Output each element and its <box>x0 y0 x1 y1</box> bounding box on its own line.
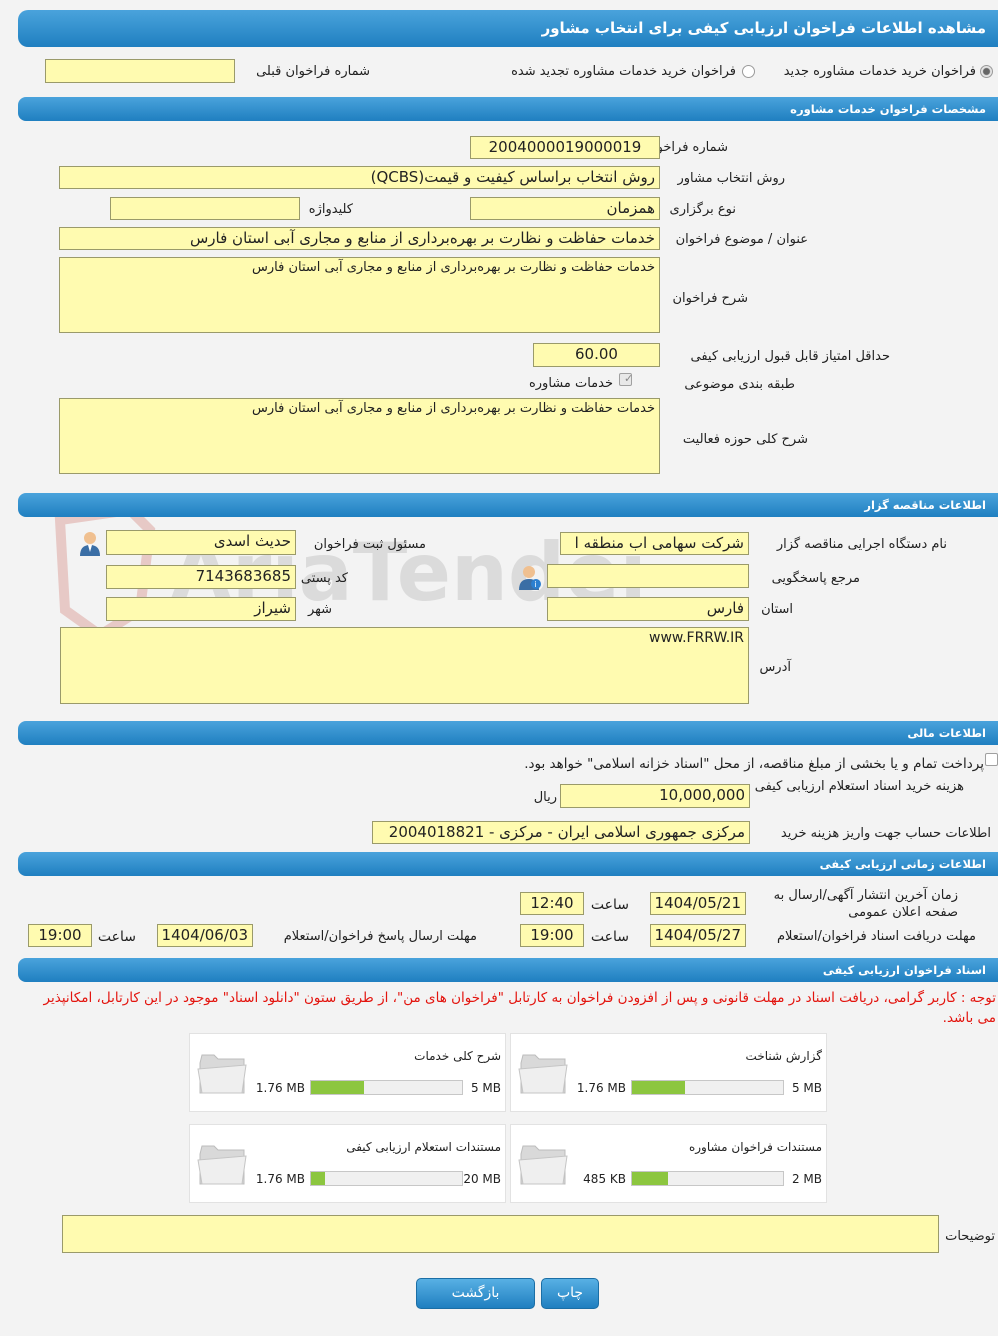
folder-icon <box>197 1054 247 1094</box>
holding-type-field: همزمان <box>470 197 660 220</box>
selection-method-label: روش انتخاب مشاور <box>677 171 785 186</box>
doc-total-size: 5 MB <box>791 1081 822 1095</box>
subject-field: خدمات حفاظت و نظارت بر بهره‌برداری از من… <box>59 227 660 250</box>
section-finance: اطلاعات مالی <box>18 721 998 745</box>
org-label: نام دستگاه اجرایی مناقصه گزار <box>776 537 947 552</box>
notes-field[interactable] <box>62 1215 939 1253</box>
folder-icon <box>518 1054 568 1094</box>
postal-field: 7143683685 <box>106 565 296 589</box>
org-field: شرکت سهامی اب منطقه ا <box>560 532 749 555</box>
city-label: شهر <box>307 602 332 617</box>
doc-used-size: 485 KB <box>583 1172 626 1186</box>
doc-card[interactable]: مستندات فراخوان مشاوره 2 MB 485 KB <box>510 1124 827 1203</box>
province-field: فارس <box>547 597 749 621</box>
keyword-label: کلیدواژه <box>308 202 353 217</box>
radio-renewed-call[interactable] <box>742 65 755 78</box>
doc-size-fill <box>311 1081 364 1094</box>
min-score-field: 60.00 <box>533 343 660 367</box>
user-icon[interactable] <box>78 530 102 556</box>
doc-title: گزارش شناخت <box>745 1049 822 1063</box>
city-field: شیراز <box>106 597 296 621</box>
doc-card[interactable]: شرح کلی خدمات 5 MB 1.76 MB <box>189 1033 506 1112</box>
doc-deadline-time-field: 19:00 <box>520 924 584 947</box>
account-field: مرکزی جمهوری اسلامی ایران - مرکزی - 2004… <box>372 821 750 844</box>
keyword-field[interactable] <box>110 197 300 220</box>
doc-size-fill <box>632 1081 685 1094</box>
docs-notice: توجه : کاربر گرامی، دریافت اسناد در مهلت… <box>43 990 996 1026</box>
doc-total-size: 2 MB <box>791 1172 822 1186</box>
call-number-field: 2004000019000019 <box>470 136 660 159</box>
address-field: www.FRRW.IR <box>60 627 749 704</box>
doc-size-bar <box>631 1171 784 1186</box>
province-label: استان <box>761 602 793 617</box>
doc-used-size: 1.76 MB <box>255 1081 305 1095</box>
category-label: طبقه بندی موضوعی <box>684 377 795 392</box>
doc-deadline-label: مهلت دریافت اسناد فراخوان/استعلام <box>776 929 976 944</box>
reply-deadline-label: مهلت ارسال پاسخ فراخوان/استعلام <box>283 929 477 944</box>
doc-size-fill <box>311 1172 325 1185</box>
prev-number-label: شماره فراخوان قبلی <box>256 64 370 79</box>
doc-size-bar <box>310 1171 463 1186</box>
subject-label: عنوان / موضوع فراخوان <box>675 232 808 247</box>
category-value: خدمات مشاوره <box>528 376 613 391</box>
reference-label: مرجع پاسخگویی <box>771 571 860 586</box>
back-button[interactable]: بازگشت <box>416 1278 535 1309</box>
treasury-checkbox[interactable] <box>985 753 998 766</box>
page-title: مشاهده اطلاعات فراخوان ارزیابی کیفی برای… <box>18 10 998 47</box>
user-info-icon[interactable]: i <box>518 564 542 590</box>
min-score-label: حداقل امتیاز قابل قبول ارزیابی کیفی <box>690 349 890 364</box>
doc-total-size: 20 MB <box>463 1172 501 1186</box>
reference-field <box>547 564 749 588</box>
scope-field: خدمات حفاظت و نظارت بر بهره‌برداری از من… <box>59 398 660 474</box>
publish-label: زمان آخرین انتشار آگهی/ارسال به صفحه اعل… <box>773 888 958 920</box>
description-label: شرح فراخوان <box>672 291 749 306</box>
registrar-field: حدیث اسدی <box>106 530 296 555</box>
account-label: اطلاعات حساب جهت واریز هزینه خرید <box>780 826 991 841</box>
treasury-text: پرداخت تمام و یا بخشی از مبلغ مناقصه، از… <box>524 756 984 772</box>
reply-deadline-time-label: ساعت <box>97 929 136 945</box>
doc-size-bar <box>631 1080 784 1095</box>
holding-type-label: نوع برگزاری <box>669 202 736 217</box>
publish-date-field: 1404/05/21 <box>650 892 746 915</box>
radio-renewed-label: فراخوان خرید خدمات مشاوره تجدید شده <box>511 64 736 79</box>
print-button[interactable]: چاپ <box>541 1278 599 1309</box>
reply-deadline-time-field: 19:00 <box>28 924 92 947</box>
section-docs: اسناد فراخوان ارزیابی کیفی <box>18 958 998 982</box>
doc-total-size: 5 MB <box>470 1081 501 1095</box>
section-specs: مشخصات فراخوان خدمات مشاوره <box>18 97 998 121</box>
address-label: آدرس <box>759 660 791 675</box>
doc-title: مستندات استعلام ارزیابی کیفی <box>346 1140 501 1154</box>
notes-label: توضیحات <box>945 1229 995 1244</box>
doc-size-bar <box>310 1080 463 1095</box>
doc-size-fill <box>632 1172 669 1185</box>
section-tenderer: اطلاعات مناقصه گزار <box>18 493 998 517</box>
doc-card[interactable]: گزارش شناخت 5 MB 1.76 MB <box>510 1033 827 1112</box>
reply-deadline-date-field: 1404/06/03 <box>157 924 253 947</box>
folder-icon <box>518 1145 568 1185</box>
publish-time-label: ساعت <box>590 897 629 913</box>
folder-icon <box>197 1145 247 1185</box>
doc-card[interactable]: مستندات استعلام ارزیابی کیفی 20 MB 1.76 … <box>189 1124 506 1203</box>
section-timing: اطلاعات زمانی ارزیابی کیفی <box>18 852 998 876</box>
doc-used-size: 1.76 MB <box>255 1172 305 1186</box>
cost-label: هزینه خرید اسناد استعلام ارزیابی کیفی <box>754 779 964 794</box>
doc-title: شرح کلی خدمات <box>414 1049 501 1063</box>
doc-used-size: 1.76 MB <box>576 1081 626 1095</box>
check-icon: ✓ <box>624 372 634 385</box>
selection-method-field: روش انتخاب براساس کیفیت و قیمت(QCBS) <box>59 166 660 189</box>
radio-new-label: فراخوان خرید خدمات مشاوره جدید <box>783 64 976 79</box>
prev-number-field[interactable] <box>45 59 235 83</box>
svg-text:i: i <box>535 580 537 589</box>
radio-new-call[interactable] <box>980 65 993 78</box>
description-field: خدمات حفاظت و نظارت بر بهره‌برداری از من… <box>59 257 660 333</box>
postal-label: کد پستی <box>300 571 348 586</box>
doc-deadline-date-field: 1404/05/27 <box>650 924 746 947</box>
doc-title: مستندات فراخوان مشاوره <box>688 1140 822 1154</box>
cost-field: 10,000,000 <box>560 784 750 808</box>
doc-deadline-time-label: ساعت <box>590 929 629 945</box>
publish-time-field: 12:40 <box>520 892 584 915</box>
currency-label: ریال <box>533 790 557 805</box>
registrar-label: مسئول ثبت فراخوان <box>313 537 426 552</box>
scope-label: شرح کلی حوزه فعالیت <box>682 432 808 447</box>
